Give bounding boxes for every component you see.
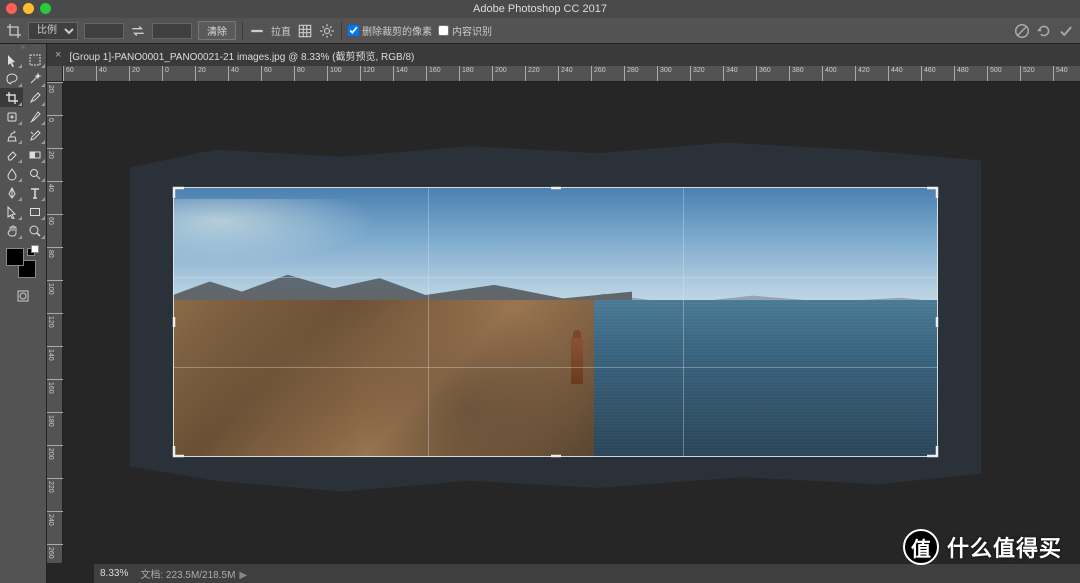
crop-height-input[interactable] <box>152 23 192 39</box>
options-bar: 比例 清除 拉直 删除裁剪的像素 内容识别 <box>0 18 1080 44</box>
foreground-color-swatch[interactable] <box>6 248 24 266</box>
crop-grid-line <box>174 367 937 368</box>
document-tab-label: [Group 1]-PANO0001_PANO0021-21 images.jp… <box>69 48 414 63</box>
crop-boundary[interactable] <box>173 187 938 457</box>
document-info[interactable]: 文档: 223.5M/218.5M▶ <box>140 566 247 581</box>
close-tab-icon[interactable]: × <box>55 49 61 61</box>
history-brush-tool[interactable] <box>23 126 46 145</box>
crop-handle-bottom-left[interactable] <box>172 444 186 458</box>
color-swatches[interactable] <box>6 248 36 278</box>
watermark: 值 什么值得买 <box>903 529 1062 565</box>
crop-handle-top-left[interactable] <box>172 186 186 200</box>
eyedropper-tool[interactable] <box>23 88 46 107</box>
reset-crop-icon[interactable] <box>1036 23 1052 39</box>
toolbox: » <box>0 44 47 583</box>
quick-mask-toggle[interactable] <box>12 286 35 305</box>
commit-crop-icon[interactable] <box>1058 23 1074 39</box>
gradient-tool[interactable] <box>23 145 46 164</box>
vertical-ruler[interactable]: 20020406080100120140160180200220240260 <box>47 82 63 563</box>
lasso-tool[interactable] <box>0 69 23 88</box>
watermark-badge: 值 <box>903 529 939 565</box>
crop-handle-top-right[interactable] <box>925 186 939 200</box>
clone-stamp-tool[interactable] <box>0 126 23 145</box>
crop-handle-right[interactable] <box>925 315 939 329</box>
ruler-origin[interactable] <box>47 66 63 82</box>
document-tab[interactable]: × [Group 1]-PANO0001_PANO0021-21 images.… <box>47 48 422 63</box>
eraser-tool[interactable] <box>0 145 23 164</box>
watermark-text: 什么值得买 <box>947 531 1062 563</box>
straighten-label: 拉直 <box>271 23 291 38</box>
clear-button[interactable]: 清除 <box>198 21 236 40</box>
cancel-crop-icon[interactable] <box>1014 23 1030 39</box>
rectangle-tool[interactable] <box>23 202 46 221</box>
blur-tool[interactable] <box>0 164 23 183</box>
crop-handle-bottom[interactable] <box>549 444 563 458</box>
path-select-tool[interactable] <box>0 202 23 221</box>
hand-tool[interactable] <box>0 221 23 240</box>
crop-tool-icon <box>6 23 22 39</box>
marquee-tool[interactable] <box>23 50 46 69</box>
crop-grid-line <box>428 188 429 456</box>
dodge-tool[interactable] <box>23 164 46 183</box>
crop-handle-left[interactable] <box>172 315 186 329</box>
healing-brush-tool[interactable] <box>0 107 23 126</box>
crop-width-input[interactable] <box>84 23 124 39</box>
type-tool[interactable] <box>23 183 46 202</box>
title-bar: Adobe Photoshop CC 2017 <box>0 0 1080 18</box>
overlay-grid-icon[interactable] <box>297 23 313 39</box>
brush-tool[interactable] <box>23 107 46 126</box>
close-window-button[interactable] <box>6 3 17 14</box>
zoom-level[interactable]: 8.33% <box>100 568 128 579</box>
status-bar: 8.33% 文档: 223.5M/218.5M▶ <box>94 563 1080 583</box>
delete-cropped-checkbox[interactable]: 删除裁剪的像素 <box>348 23 432 38</box>
horizontal-ruler[interactable]: 6040200204060801001201401601802002202402… <box>63 66 1080 82</box>
gear-icon[interactable] <box>319 23 335 39</box>
document-tabs: × [Group 1]-PANO0001_PANO0021-21 images.… <box>47 44 1080 66</box>
straighten-icon[interactable] <box>249 23 265 39</box>
move-tool[interactable] <box>0 50 23 69</box>
crop-grid-line <box>683 188 684 456</box>
canvas-viewport[interactable] <box>63 82 1080 563</box>
maximize-window-button[interactable] <box>40 3 51 14</box>
crop-handle-bottom-right[interactable] <box>925 444 939 458</box>
zoom-tool[interactable] <box>23 221 46 240</box>
crop-tool[interactable] <box>0 88 23 107</box>
crop-handle-top[interactable] <box>549 186 563 200</box>
content-aware-checkbox[interactable]: 内容识别 <box>438 23 492 38</box>
ratio-preset-select[interactable]: 比例 <box>28 22 78 40</box>
app-title: Adobe Photoshop CC 2017 <box>473 3 607 15</box>
swap-icon[interactable] <box>130 23 146 39</box>
magic-wand-tool[interactable] <box>23 69 46 88</box>
minimize-window-button[interactable] <box>23 3 34 14</box>
crop-grid-line <box>174 277 937 278</box>
window-controls <box>6 3 51 14</box>
pen-tool[interactable] <box>0 183 23 202</box>
